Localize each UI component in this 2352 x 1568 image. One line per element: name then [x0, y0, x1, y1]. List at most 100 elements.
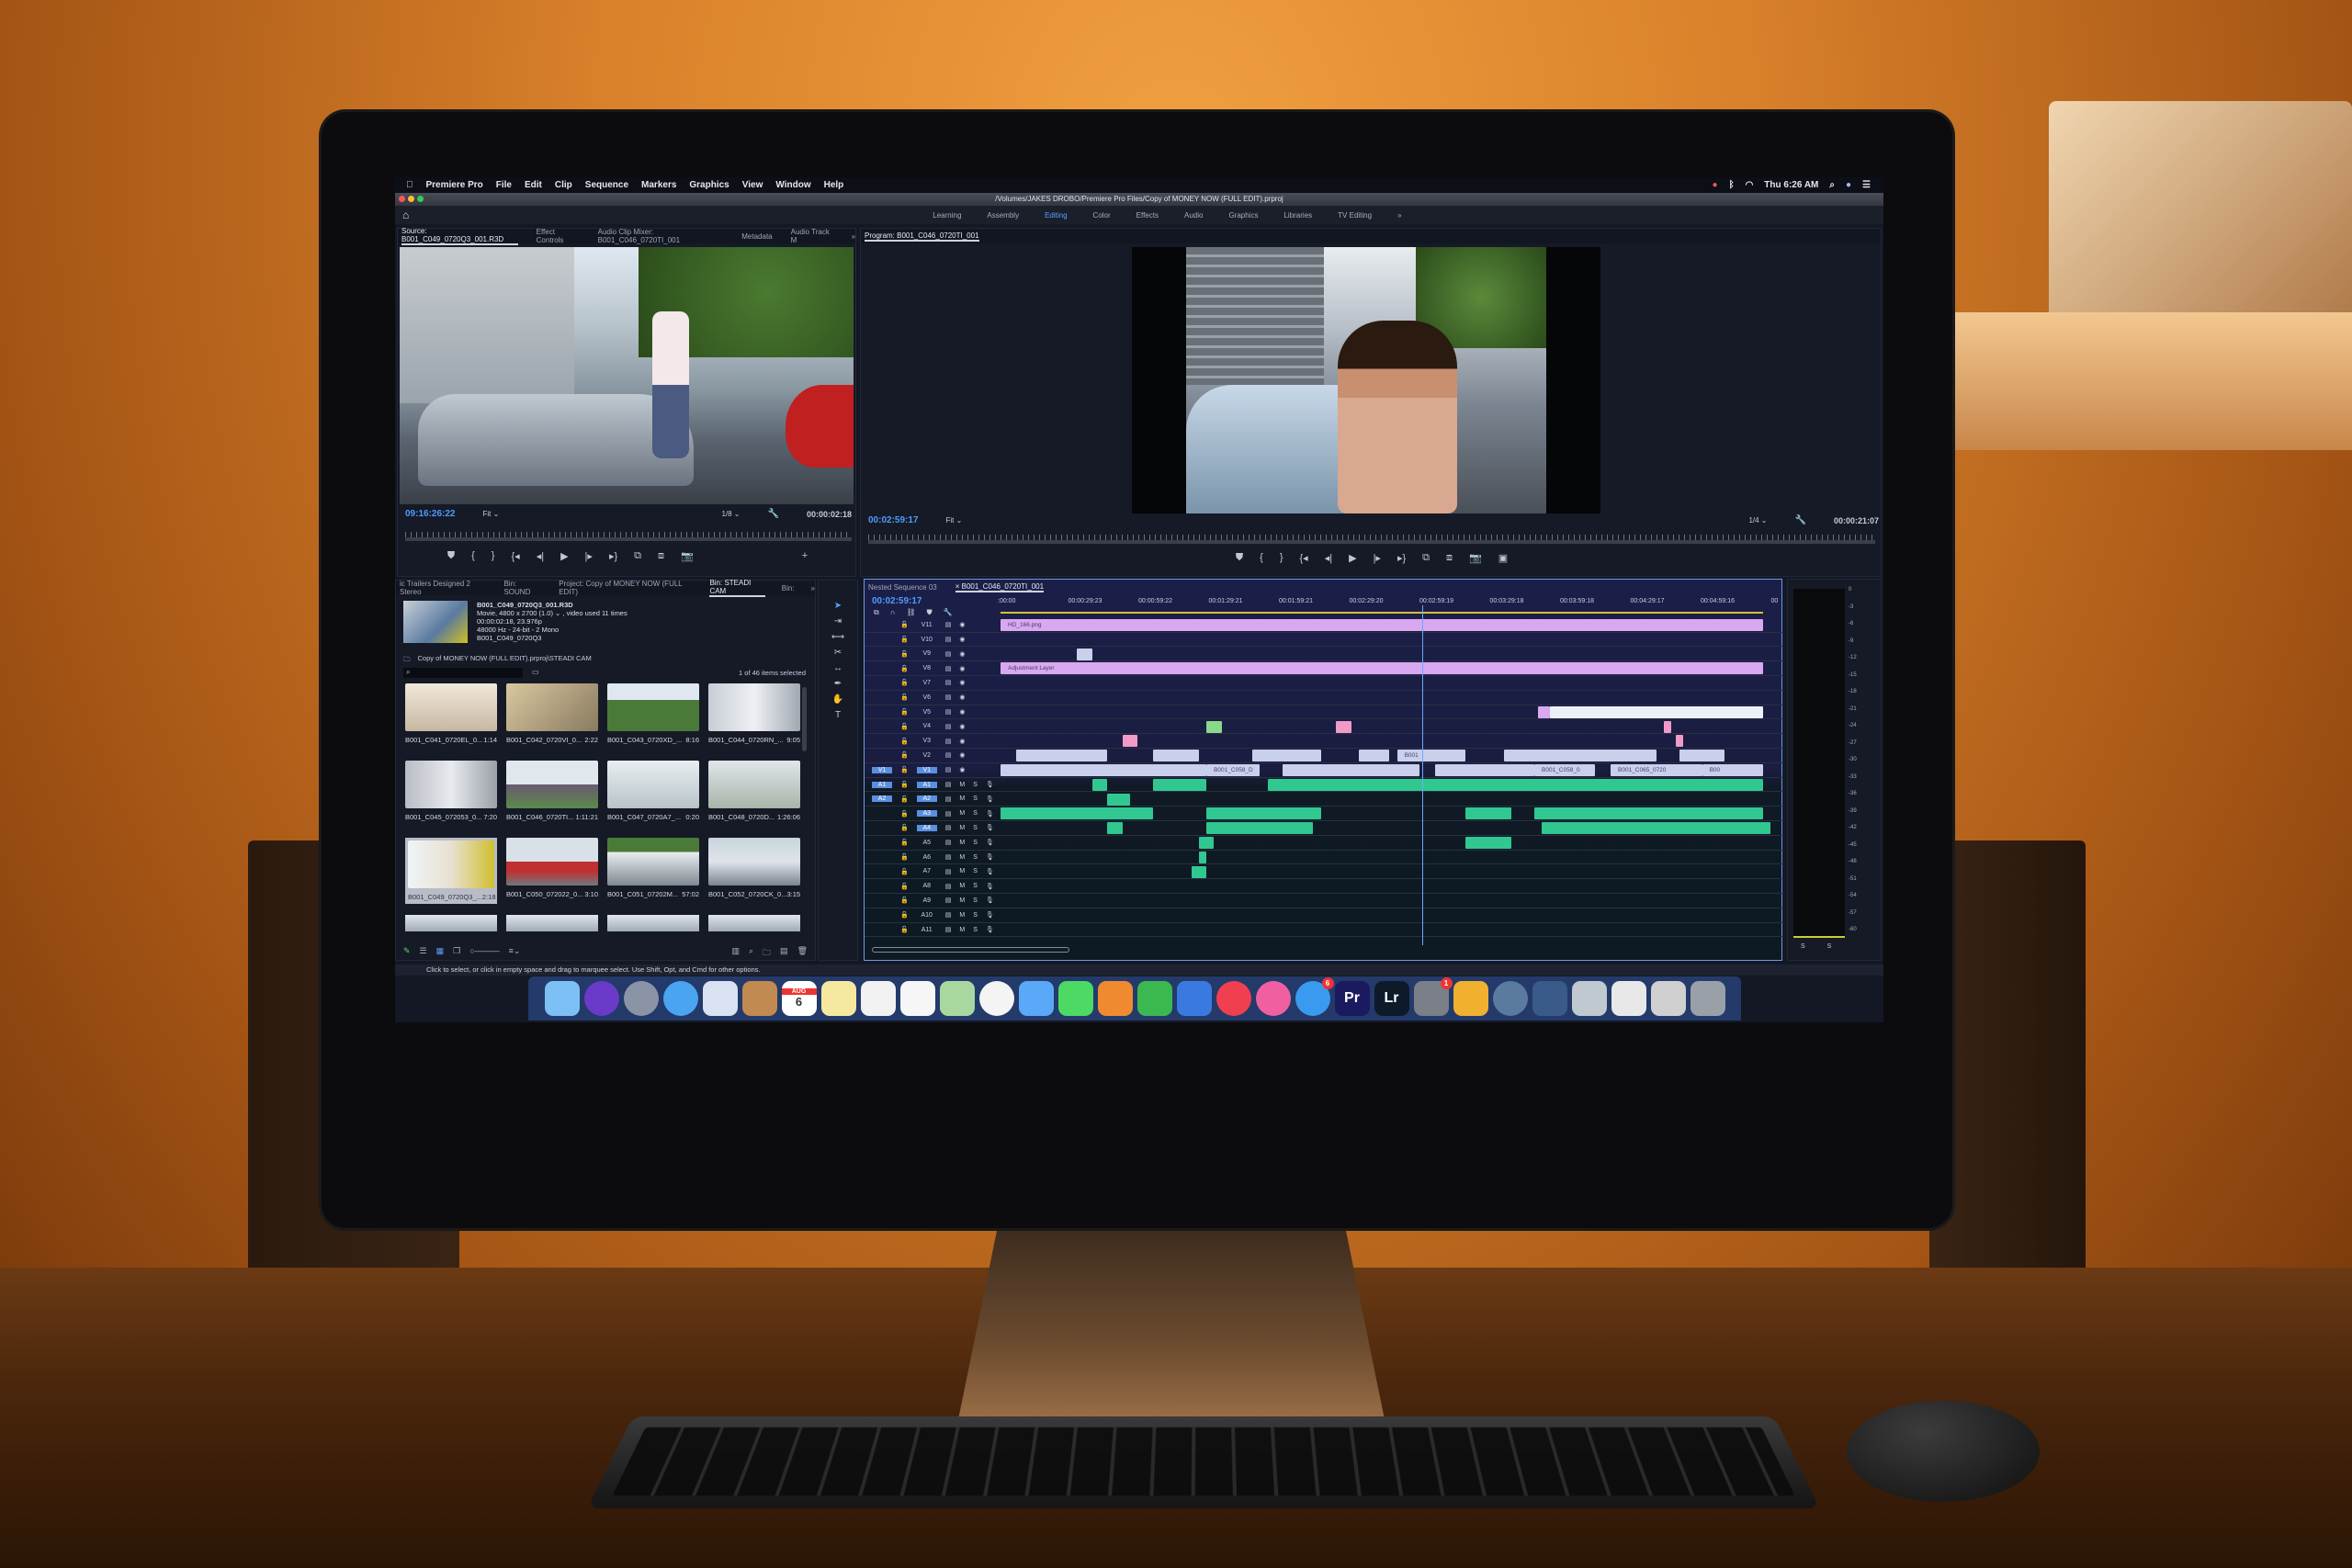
document-icon[interactable] — [1611, 981, 1646, 1016]
solo-button[interactable]: S — [973, 897, 978, 904]
lock-icon[interactable]: 🔓 — [900, 839, 909, 846]
voiceover-icon[interactable]: 🎙 — [986, 824, 994, 831]
video-clip[interactable] — [1550, 706, 1763, 718]
eye-icon[interactable]: ◉ — [959, 766, 965, 773]
workspace-more-button[interactable]: » — [1397, 211, 1401, 220]
icon-view-icon[interactable]: ▦ — [436, 946, 445, 961]
voiceover-icon[interactable]: 🎙 — [986, 883, 994, 890]
voiceover-icon[interactable]: 🎙 — [986, 795, 994, 803]
writable-icon[interactable]: ✎ — [403, 946, 411, 961]
track-name[interactable]: A11 — [917, 927, 937, 933]
eye-icon[interactable]: ◉ — [959, 650, 965, 658]
video-clip[interactable]: B001_C058_0 — [1534, 764, 1595, 776]
toggle-sync-icon[interactable]: ▤ — [945, 665, 952, 672]
zoom-slider[interactable]: ○——— — [469, 946, 499, 961]
bin-item[interactable] — [405, 915, 497, 931]
eye-icon[interactable]: ◉ — [959, 708, 965, 716]
facetime-icon[interactable] — [1058, 981, 1093, 1016]
source-zoom-select[interactable]: Fit ⌄ — [482, 510, 499, 518]
mute-button[interactable]: M — [959, 927, 965, 933]
solo-left-button[interactable]: S — [1801, 943, 1805, 950]
sync-icon[interactable]: ▤ — [945, 868, 952, 875]
solo-button[interactable]: S — [973, 883, 978, 889]
ripple-edit-tool-icon[interactable]: ⟷ — [831, 632, 844, 642]
safari-icon[interactable] — [663, 981, 698, 1016]
clock[interactable]: Thu 6:26 AM — [1764, 180, 1818, 190]
reminders-icon[interactable] — [900, 981, 935, 1016]
siri-icon[interactable]: ● — [1846, 180, 1851, 190]
app-store-icon[interactable]: 6 — [1295, 981, 1330, 1016]
source-resolution-select[interactable]: 1/8 ⌄ — [721, 510, 740, 518]
lock-icon[interactable]: 🔓 — [900, 824, 909, 831]
maps-icon[interactable] — [940, 981, 975, 1016]
eye-icon[interactable]: ◉ — [959, 665, 965, 672]
video-clip[interactable] — [1283, 764, 1419, 776]
track-name[interactable]: A3 — [917, 810, 937, 817]
trash-icon[interactable] — [1690, 981, 1725, 1016]
lock-icon[interactable]: 🔓 — [900, 926, 909, 933]
itunes-icon[interactable] — [1256, 981, 1291, 1016]
tab-bin-steadi-cam[interactable]: Bin: STEADI CAM — [709, 579, 764, 597]
mute-button[interactable]: M — [959, 868, 965, 874]
voiceover-icon[interactable]: 🎙 — [986, 911, 994, 919]
creative-cloud-icon[interactable]: ● — [1713, 180, 1718, 190]
audio-clip[interactable] — [1542, 822, 1770, 834]
timeline-timecode[interactable]: 00:02:59:17 — [872, 596, 922, 606]
lock-icon[interactable]: 🔓 — [900, 738, 909, 745]
video-clip[interactable] — [1153, 750, 1199, 761]
play-icon[interactable]: ▶ — [1349, 552, 1356, 564]
downloads-stack-icon[interactable] — [1651, 981, 1686, 1016]
wifi-icon[interactable]: ◠ — [1746, 180, 1754, 190]
bin-item[interactable]: B001_C044_0720RN_... 9:05 — [708, 683, 800, 750]
lock-icon[interactable]: 🔓 — [900, 636, 909, 643]
sync-icon[interactable]: ▤ — [945, 781, 952, 788]
marker-icon[interactable]: ⛊ — [447, 550, 455, 562]
lock-icon[interactable]: 🔓 — [900, 621, 909, 628]
mute-button[interactable]: M — [959, 840, 965, 846]
track-name[interactable]: V10 — [917, 637, 937, 643]
tab-metadata[interactable]: Metadata — [741, 232, 772, 241]
bin-item[interactable]: B001_C047_0720A7_... 0:20 — [607, 761, 699, 827]
track-name[interactable]: A4 — [917, 825, 937, 831]
tab-bin-sound[interactable]: Bin: SOUND — [503, 580, 542, 596]
program-zoom-select[interactable]: Fit ⌄ — [945, 516, 962, 525]
timeline-scrollbar[interactable] — [872, 947, 1069, 953]
bin-item[interactable]: B001_C042_0720VI_0... 2:22 — [506, 683, 598, 750]
new-bin-icon[interactable]: ▭ — [532, 668, 539, 676]
mute-button[interactable]: M — [959, 897, 965, 904]
video-clip[interactable]: Adjustment Layer — [1001, 662, 1763, 674]
track-name[interactable]: V5 — [917, 709, 937, 716]
export-frame-icon[interactable]: 📷 — [681, 550, 694, 562]
track-name[interactable]: A8 — [917, 883, 937, 889]
audio-clip[interactable] — [1206, 807, 1321, 819]
workspace-editing[interactable]: Editing — [1045, 211, 1067, 220]
video-clip[interactable] — [1504, 750, 1657, 761]
source-scrubber[interactable] — [405, 532, 852, 541]
audio-clip[interactable] — [1199, 837, 1215, 849]
mute-button[interactable]: M — [959, 795, 965, 802]
source-timecode[interactable]: 09:16:26:22 — [405, 509, 455, 519]
tab-nested-sequence[interactable]: Nested Sequence 03 — [868, 583, 937, 592]
video-clip[interactable] — [1016, 750, 1108, 761]
freeform-view-icon[interactable]: ❐ — [453, 946, 460, 961]
sync-icon[interactable]: ▤ — [945, 839, 952, 846]
bin-item[interactable]: B001_C043_0720XD_... 8:16 — [607, 683, 699, 750]
linked-selection-icon[interactable]: ⛓ — [906, 608, 915, 617]
sync-icon[interactable]: ▤ — [945, 853, 952, 861]
go-to-out-icon[interactable]: ▸} — [609, 550, 617, 562]
menu-clip[interactable]: Clip — [555, 180, 572, 190]
go-to-in-icon[interactable]: {◂ — [1300, 552, 1308, 564]
bin-item[interactable]: B001_C052_0720CK_0... 3:15 — [708, 838, 800, 904]
audio-clip[interactable] — [1153, 779, 1206, 791]
toggle-sync-icon[interactable]: ▤ — [945, 621, 952, 628]
eye-icon[interactable]: ◉ — [959, 636, 965, 643]
bin-item[interactable] — [708, 915, 800, 931]
nest-icon[interactable]: ⧉ — [874, 608, 879, 617]
source-patch[interactable]: A2 — [872, 795, 892, 802]
workspace-assembly[interactable]: Assembly — [987, 211, 1019, 220]
preview-icon[interactable] — [703, 981, 738, 1016]
video-clip[interactable] — [1077, 649, 1092, 660]
track-name[interactable]: A9 — [917, 897, 937, 904]
pen-tool-icon[interactable]: ✒ — [834, 679, 842, 689]
step-back-icon[interactable]: ◂| — [1325, 552, 1332, 564]
